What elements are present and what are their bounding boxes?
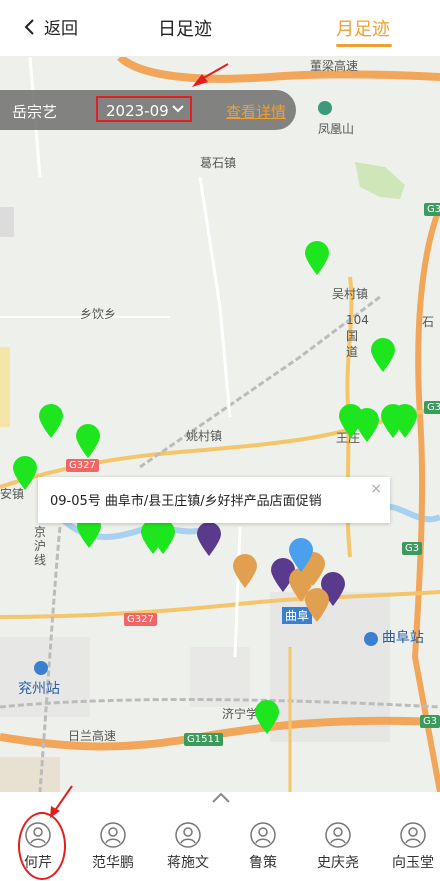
map-label-yaocun-town: 姚村镇 — [186, 429, 223, 443]
user-avatar-icon — [100, 822, 126, 848]
chevron-left-icon — [24, 18, 34, 35]
person-name: 向玉堂 — [392, 855, 434, 871]
chevron-down-icon — [172, 98, 184, 128]
location-pin-icon[interactable] — [196, 521, 222, 557]
back-button[interactable]: 返回 — [22, 14, 78, 39]
person-name: 何芹 — [24, 855, 52, 871]
road-shield-g3-top: G3 — [424, 203, 440, 216]
annotation-arrow-bottom — [50, 785, 73, 818]
annotation-arrow-top — [192, 63, 229, 87]
user-avatar-icon — [400, 822, 426, 848]
location-pin-icon[interactable] — [38, 403, 64, 439]
fenghuangshan-text: 凤凰山 — [318, 122, 355, 136]
road-shield-g1511: G1511 — [184, 733, 224, 746]
location-pin-icon[interactable] — [232, 553, 258, 589]
person-name: 鲁策 — [249, 855, 277, 871]
person-item[interactable]: 范华鹏 — [83, 822, 143, 872]
user-avatar-icon — [25, 822, 51, 848]
location-pin-icon[interactable] — [150, 519, 176, 555]
active-tab-indicator — [336, 44, 392, 47]
view-details-link[interactable]: 查看详情 — [226, 101, 286, 122]
month-dropdown[interactable]: 2023-09 — [96, 96, 192, 122]
location-pin-icon[interactable] — [304, 587, 330, 623]
person-name: 史庆尧 — [317, 855, 359, 871]
train-station-icon — [364, 631, 378, 646]
yanzhou-station-text: 兖州站 — [18, 681, 60, 697]
person-name: 范华鹏 — [92, 855, 134, 871]
person-item[interactable]: 向玉堂 — [383, 822, 440, 872]
map-label-geshi-town: 葛石镇 — [200, 156, 237, 170]
train-station-icon — [34, 661, 48, 675]
road-shield-g3-lower: G3 — [402, 542, 423, 555]
location-pin-icon[interactable] — [75, 423, 101, 459]
mountain-icon — [318, 101, 332, 115]
map-label-wucun-town: 吴村镇 — [332, 287, 369, 301]
road-shield-g327-mid: G327 — [124, 613, 157, 626]
person-item[interactable]: 史庆尧 — [308, 822, 368, 872]
map-view[interactable]: 董梁高速 凤凰山 葛石镇 吴村镇 乡饮乡 104国道 石 姚村镇 王庄 安镇 京… — [0, 57, 440, 792]
back-label: 返回 — [44, 19, 78, 39]
person-item[interactable]: 蒋施文 — [158, 822, 218, 872]
map-label-yanzhou-station: 兖州站 — [18, 661, 60, 698]
location-pin-icon[interactable] — [254, 699, 280, 735]
location-pin-icon[interactable] — [370, 337, 396, 373]
tab-day-footprint[interactable]: 日足迹 — [158, 15, 212, 41]
map-label-dongliang-expressway: 董梁高速 — [310, 59, 359, 73]
chevron-up-icon[interactable] — [212, 792, 230, 804]
month-value: 2023-09 — [106, 102, 169, 120]
map-label-fenghuangshan: 凤凰山 — [318, 101, 354, 137]
popup-text: 09-05号 曲阜市/县王庄镇/乡好拌产品店面促销 — [50, 494, 322, 509]
person-item[interactable]: 鲁策 — [233, 822, 293, 872]
person-name: 蒋施文 — [167, 855, 209, 871]
location-pin-icon[interactable] — [288, 537, 314, 573]
footprint-info-popup: 09-05号 曲阜市/县王庄镇/乡好拌产品店面促销 × — [38, 477, 390, 523]
location-pin-icon[interactable] — [392, 403, 418, 439]
tab-month-footprint[interactable]: 月足迹 — [336, 15, 390, 41]
location-pin-icon[interactable] — [12, 455, 38, 491]
qufu-station-text: 曲阜站 — [381, 630, 424, 646]
road-shield-g327-left: G327 — [66, 459, 99, 472]
user-avatar-icon — [250, 822, 276, 848]
road-shield-g3-bottom: G3 — [420, 715, 440, 728]
location-pin-icon[interactable] — [354, 407, 380, 443]
map-label-xiangyin-township: 乡饮乡 — [80, 307, 117, 321]
location-pin-icon[interactable] — [304, 240, 330, 276]
user-avatar-icon — [175, 822, 201, 848]
map-label-jinghu-line: 京沪线 — [34, 525, 47, 567]
popup-close-button[interactable]: × — [370, 481, 382, 497]
map-label-qufu-station: 曲阜站 — [364, 627, 424, 647]
road-shield-g3-mid: G3 — [424, 401, 440, 414]
map-label-shi-partial: 石 — [422, 315, 435, 329]
selected-person-name: 岳宗艺 — [12, 103, 58, 121]
top-navigation-bar: 返回 日足迹 月足迹 — [0, 0, 440, 57]
user-avatar-icon — [325, 822, 351, 848]
person-month-filter: 岳宗艺 2023-09 查看详情 — [0, 90, 296, 130]
map-label-rilan-expressway: 日兰高速 — [68, 729, 117, 743]
people-selector-bar: 何芹 范华鹏 蒋施文 鲁策 史庆尧 向玉堂 — [0, 785, 440, 881]
map-label-national-road-104: 104国道 — [346, 313, 369, 359]
person-item[interactable]: 何芹 — [8, 822, 68, 872]
